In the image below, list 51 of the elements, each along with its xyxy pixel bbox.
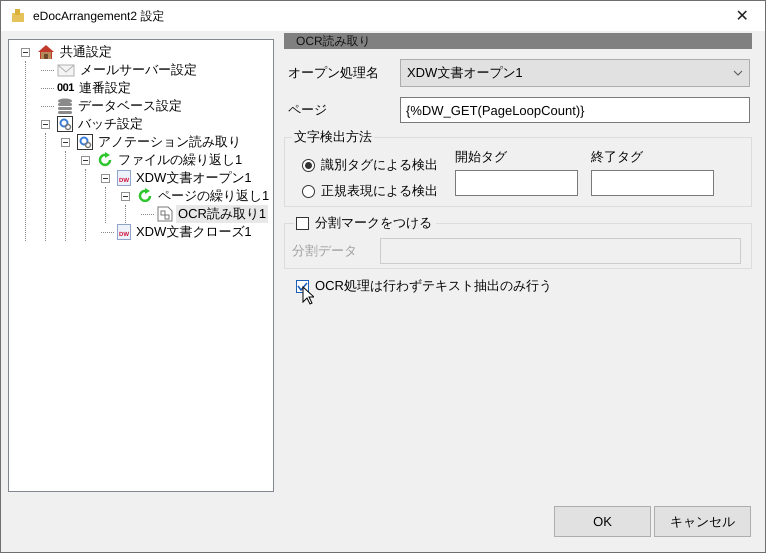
database-icon bbox=[57, 98, 73, 114]
house-icon bbox=[37, 44, 55, 60]
collapse-toggle[interactable] bbox=[121, 192, 130, 200]
dialog-button[interactable]: キャンセル bbox=[654, 506, 751, 537]
mouse-pointer-icon bbox=[302, 286, 314, 304]
counter-icon: 001 bbox=[57, 82, 74, 94]
envelope-icon bbox=[57, 63, 75, 77]
gear-icon bbox=[77, 134, 93, 150]
tree-item[interactable]: データベース設定 bbox=[76, 97, 184, 115]
field-label: オープン処理名 bbox=[288, 64, 380, 82]
group-title: 文字検出方法 bbox=[292, 129, 374, 145]
tree-item[interactable]: アノテーション読み取り bbox=[96, 133, 243, 151]
tree-item[interactable]: XDW文書オープン1 bbox=[134, 169, 254, 187]
tree-item[interactable]: XDW文書クローズ1 bbox=[134, 223, 254, 241]
section-header: OCR読み取り bbox=[284, 33, 752, 49]
window-title: eDocArrangement2 設定 bbox=[33, 8, 166, 24]
refresh-icon bbox=[137, 188, 153, 204]
collapse-toggle[interactable] bbox=[41, 120, 50, 128]
tree-item[interactable]: ファイルの繰り返し1 bbox=[116, 151, 244, 169]
field-label: ページ bbox=[288, 101, 328, 119]
field-label: 終了タグ bbox=[591, 148, 644, 166]
field-label: 分割データ bbox=[291, 242, 358, 260]
radio-label: 正規表現による検出 bbox=[321, 182, 438, 200]
scanned-page-icon bbox=[157, 206, 173, 222]
collapse-toggle[interactable] bbox=[81, 156, 90, 164]
tree-item[interactable]: 共通設定 bbox=[58, 43, 114, 61]
checkbox-label: 分割マークをつける bbox=[315, 215, 432, 231]
refresh-icon bbox=[97, 152, 113, 168]
tree-item[interactable]: メールサーバー設定 bbox=[78, 61, 199, 79]
gear-icon bbox=[57, 116, 73, 132]
collapse-toggle[interactable] bbox=[61, 138, 70, 146]
dialog-button[interactable]: OK bbox=[554, 506, 651, 537]
collapse-toggle[interactable] bbox=[21, 48, 30, 56]
folder-icon bbox=[10, 8, 26, 24]
tree-item[interactable]: ページの繰り返し1 bbox=[156, 187, 272, 205]
input-field[interactable] bbox=[591, 170, 714, 196]
tree-item[interactable]: バッチ設定 bbox=[76, 115, 145, 133]
chevron-down-icon bbox=[733, 70, 743, 76]
field-label: 開始タグ bbox=[455, 148, 508, 166]
close-button[interactable]: ✕ bbox=[719, 1, 765, 31]
radio-button[interactable] bbox=[302, 184, 315, 198]
tree-item[interactable]: OCR読み取り1 bbox=[176, 205, 268, 223]
input-field[interactable]: {%DW_GET(PageLoopCount)} bbox=[400, 97, 750, 123]
dropdown[interactable]: XDW文書オープン1 bbox=[400, 59, 750, 87]
radio-label: 識別タグによる検出 bbox=[321, 156, 438, 174]
checkbox-label: OCR処理は行わずテキスト抽出のみ行う bbox=[315, 277, 552, 295]
tree-item[interactable]: 連番設定 bbox=[76, 79, 133, 97]
input-field[interactable] bbox=[455, 170, 578, 196]
collapse-toggle[interactable] bbox=[101, 174, 110, 182]
checkmark-icon bbox=[297, 282, 308, 290]
radio-button[interactable] bbox=[302, 158, 315, 172]
